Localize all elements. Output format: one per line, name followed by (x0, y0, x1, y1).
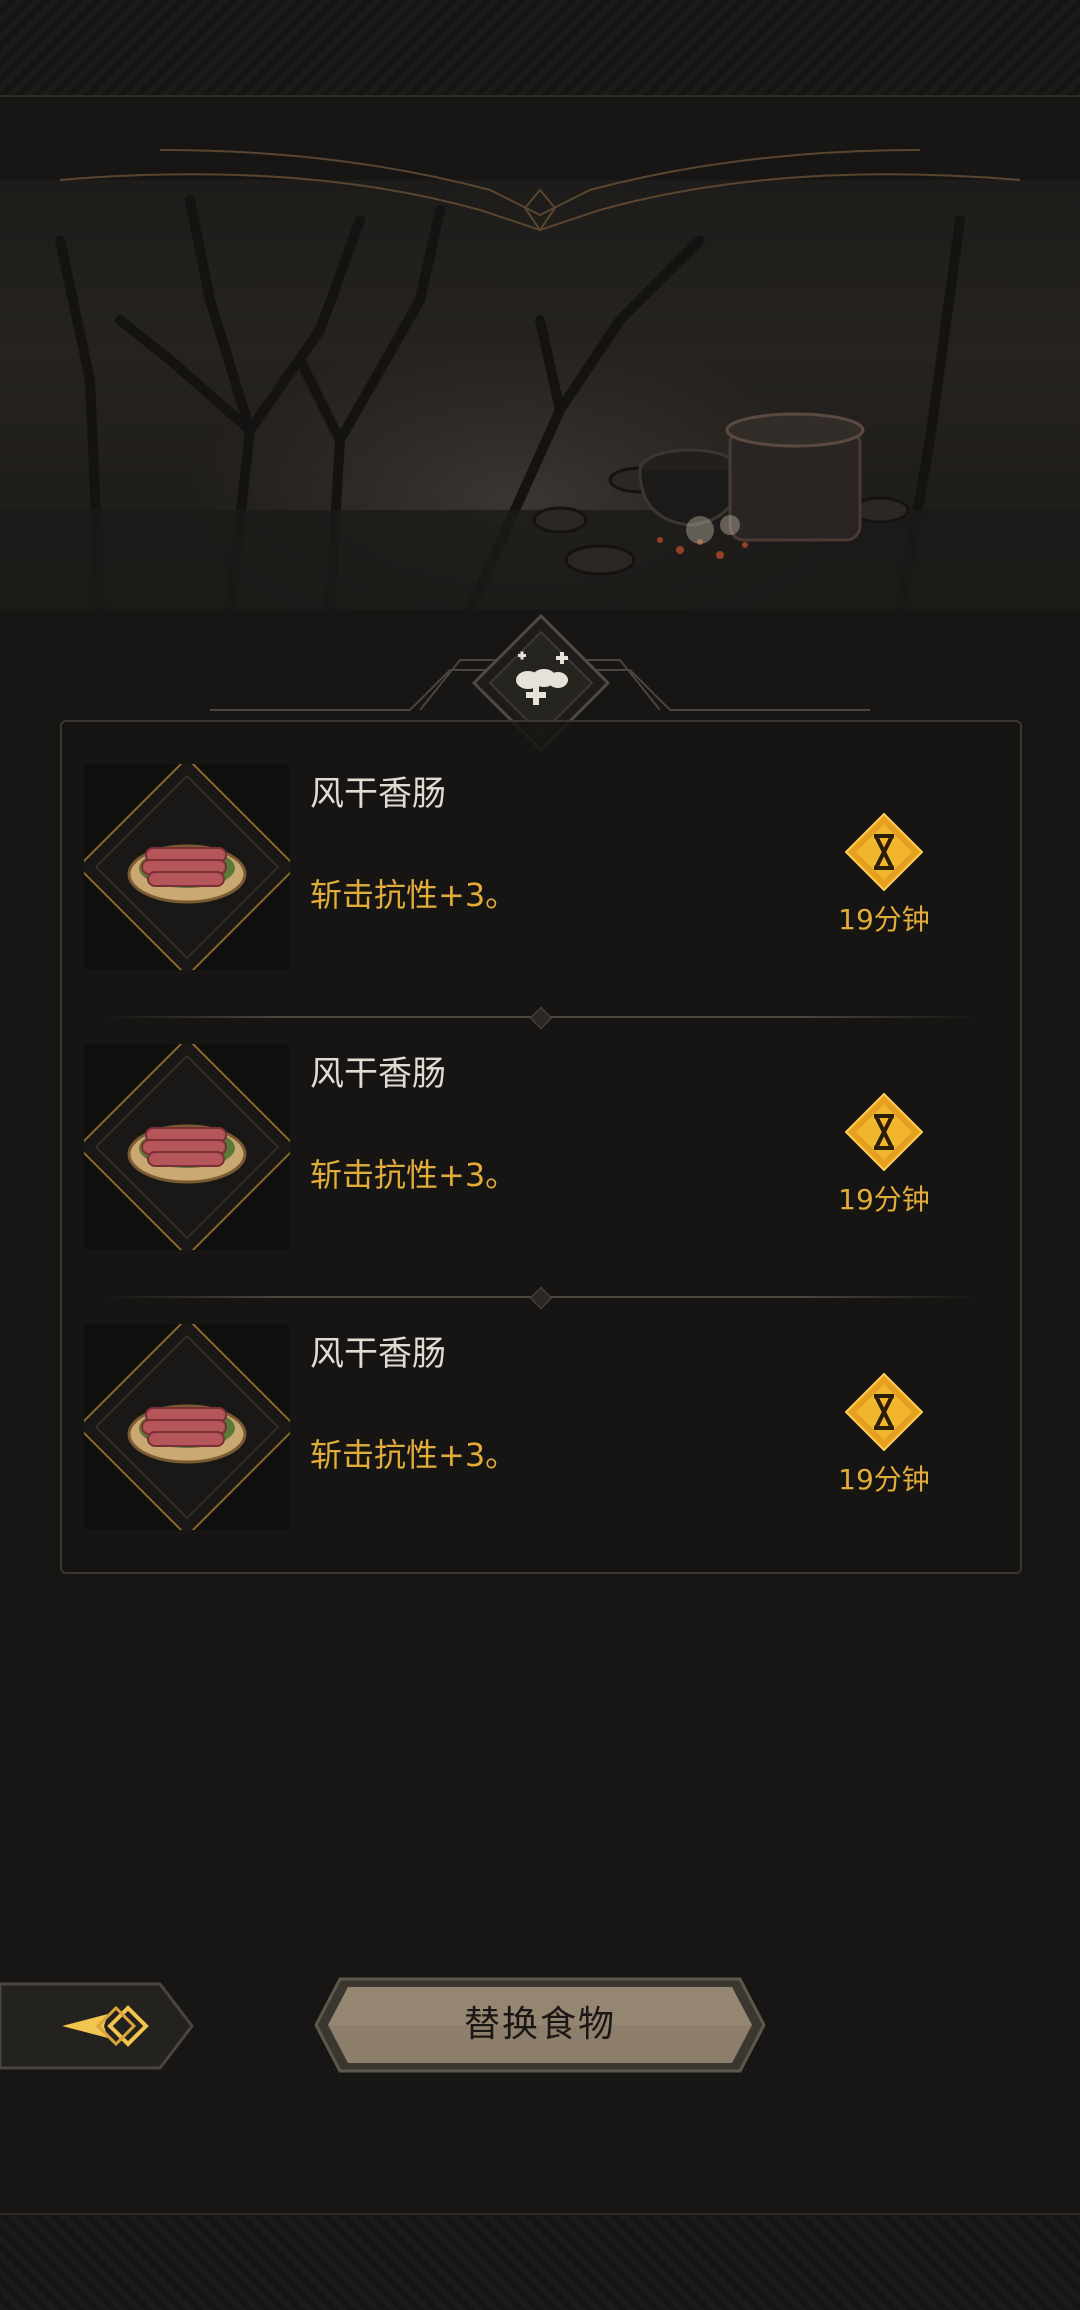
replace-food-label: 替换食物 (463, 2004, 616, 2045)
hourglass-icon (844, 1372, 924, 1452)
campfire-scene-image (0, 180, 1080, 610)
food-item-effect: 斩击抗性+3。 (310, 1436, 518, 1474)
food-item[interactable]: 风干香肠 斩击抗性+3。 19分钟 (84, 1044, 1004, 1250)
food-item[interactable]: 风干香肠 斩击抗性+3。 19分钟 (84, 1324, 1004, 1530)
bottom-frame-border (0, 2213, 1080, 2310)
food-item[interactable]: 风干香肠 斩击抗性+3。 19分钟 (84, 764, 1004, 970)
replace-food-button[interactable]: 替换食物 (312, 1975, 768, 2075)
sausage-plate-icon (84, 1324, 290, 1530)
top-frame-border (0, 0, 1080, 97)
food-item-thumbnail (84, 764, 290, 970)
sausage-plate-icon (84, 1044, 290, 1250)
food-item-name: 风干香肠 (310, 774, 446, 814)
food-item-name: 风干香肠 (310, 1334, 446, 1374)
food-item-thumbnail (84, 1324, 290, 1530)
food-item-effect: 斩击抗性+3。 (310, 1156, 518, 1194)
sausage-plate-icon (84, 764, 290, 970)
food-item-name: 风干香肠 (310, 1054, 446, 1094)
hourglass-icon (844, 812, 924, 892)
back-button[interactable] (0, 1980, 196, 2072)
food-item-duration: 19分钟 (838, 1183, 930, 1216)
hourglass-icon (844, 1092, 924, 1172)
food-item-thumbnail (84, 1044, 290, 1250)
food-item-duration: 19分钟 (838, 903, 930, 936)
back-arrow-icon (0, 1982, 194, 2070)
food-item-effect: 斩击抗性+3。 (310, 876, 518, 914)
ornate-crest-icon (59, 149, 1021, 232)
food-item-duration: 19分钟 (838, 1463, 930, 1496)
